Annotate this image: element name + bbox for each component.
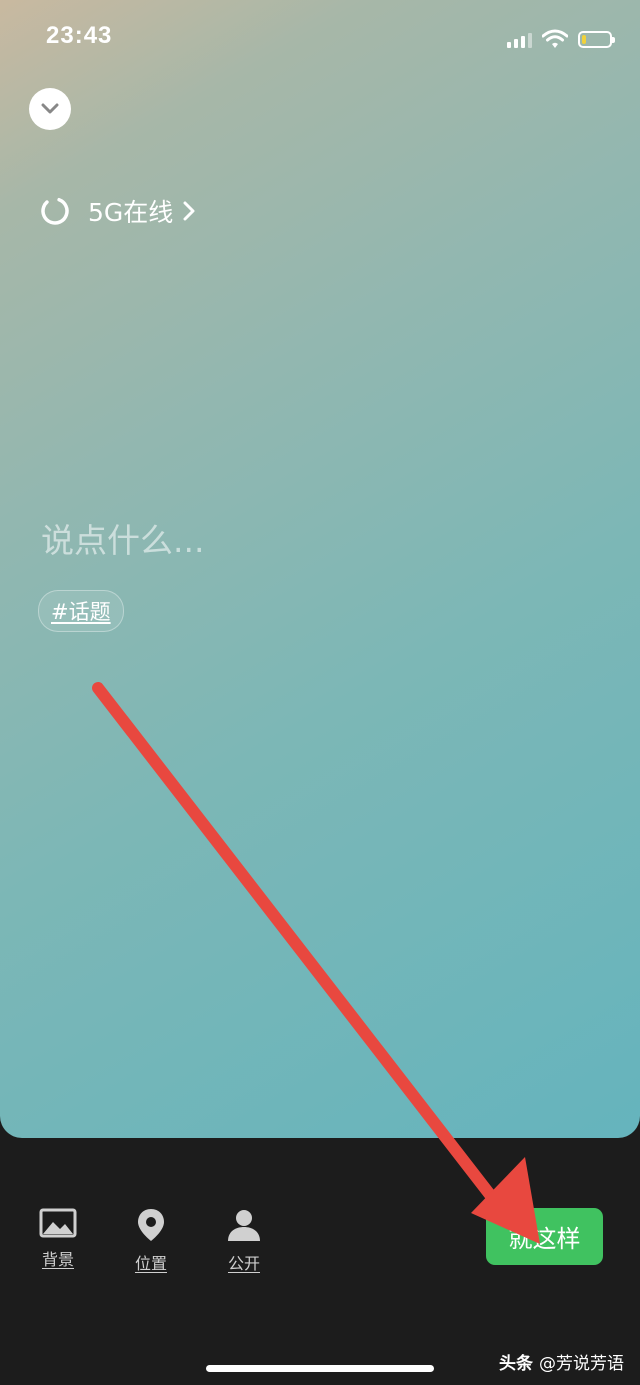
publish-button[interactable]: 就这样 xyxy=(486,1208,603,1265)
signal-icon xyxy=(507,30,532,48)
toolbar-label-visibility: 公开 xyxy=(227,1254,260,1273)
status-icons xyxy=(507,26,615,52)
home-indicator xyxy=(206,1365,434,1372)
collapse-button[interactable] xyxy=(29,88,71,130)
toolbar-item-background[interactable]: 背景 xyxy=(23,1208,93,1270)
status-time: 23:43 xyxy=(46,22,113,49)
chevron-right-icon xyxy=(183,201,195,221)
battery-icon xyxy=(578,30,615,48)
watermark: 头条 @芳说芳语 xyxy=(499,1349,624,1374)
online-status-selector[interactable]: 5G在线 xyxy=(40,193,195,229)
online-status-label: 5G在线 xyxy=(88,198,174,227)
topic-chip[interactable]: #话题 xyxy=(38,590,124,632)
compose-canvas: 23:43 5G在线 说点什么... #话题 xyxy=(0,0,640,1138)
watermark-brand: 头条 xyxy=(499,1354,533,1374)
toolbar-item-location[interactable]: 位置 xyxy=(116,1208,186,1274)
topic-label: #话题 xyxy=(51,600,111,624)
image-icon xyxy=(39,1208,77,1238)
loading-ring-icon xyxy=(41,197,69,225)
wifi-icon xyxy=(542,29,568,48)
person-icon xyxy=(228,1210,260,1241)
toolbar-item-visibility[interactable]: 公开 xyxy=(209,1208,279,1274)
watermark-handle: @芳说芳语 xyxy=(539,1354,624,1374)
chevron-down-icon xyxy=(41,103,59,114)
toolbar-label-location: 位置 xyxy=(134,1254,167,1273)
compose-input[interactable]: 说点什么... xyxy=(41,514,204,562)
toolbar-label-background: 背景 xyxy=(41,1250,74,1269)
battery-level xyxy=(582,34,586,44)
location-pin-icon xyxy=(138,1209,164,1241)
